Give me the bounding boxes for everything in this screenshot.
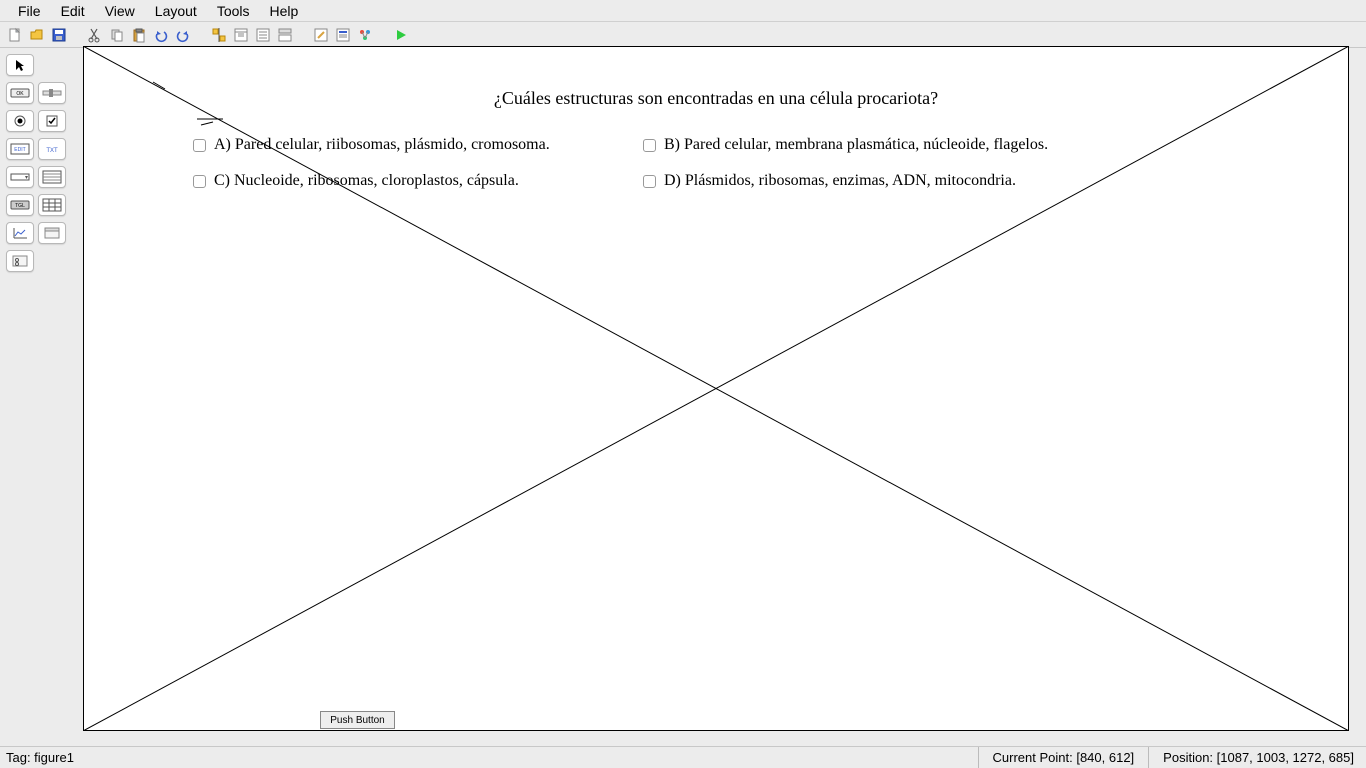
static-text-tool[interactable]: TXT <box>38 138 66 160</box>
redo-icon[interactable] <box>174 26 192 44</box>
svg-text:TXT: TXT <box>46 148 58 154</box>
status-position: Position: [1087, 1003, 1272, 685] <box>1148 747 1360 768</box>
undo-icon[interactable] <box>152 26 170 44</box>
slider-tool[interactable] <box>38 82 66 104</box>
button-group-tool[interactable] <box>6 250 34 272</box>
tab-order-icon[interactable] <box>254 26 272 44</box>
menu-edit[interactable]: Edit <box>51 1 95 21</box>
checkbox-tool[interactable] <box>38 110 66 132</box>
svg-text:TGL: TGL <box>15 203 25 209</box>
toolbar-editor-icon[interactable] <box>276 26 294 44</box>
property-inspector-icon[interactable] <box>334 26 352 44</box>
toggle-button-tool[interactable]: TGL <box>6 194 34 216</box>
table-tool[interactable] <box>38 194 66 216</box>
option-a-label: A) Pared celular, riibosomas, plásmido, … <box>214 136 550 154</box>
pushbutton-instance[interactable]: Push Button <box>320 711 395 729</box>
axes-tool[interactable] <box>6 222 34 244</box>
svg-text:OK: OK <box>16 91 24 97</box>
menu-layout[interactable]: Layout <box>145 1 207 21</box>
toolbar <box>0 22 1366 48</box>
cut-icon[interactable] <box>86 26 104 44</box>
options-grid: A) Pared celular, riibosomas, plásmido, … <box>193 136 1243 190</box>
radiobutton-tool[interactable] <box>6 110 34 132</box>
svg-text:EDIT: EDIT <box>14 147 25 153</box>
run-icon[interactable] <box>392 26 410 44</box>
editor-icon[interactable] <box>312 26 330 44</box>
object-browser-icon[interactable] <box>356 26 374 44</box>
checkbox-a[interactable] <box>193 139 206 152</box>
save-icon[interactable] <box>50 26 68 44</box>
option-c-label: C) Nucleoide, ribosomas, cloroplastos, c… <box>214 172 519 190</box>
checkbox-b[interactable] <box>643 139 656 152</box>
menu-editor-icon[interactable] <box>232 26 250 44</box>
menu-file[interactable]: File <box>8 1 51 21</box>
paste-icon[interactable] <box>130 26 148 44</box>
component-palette: OK EDIT TXT TGL <box>6 54 74 272</box>
option-d: D) Plásmidos, ribosomas, enzimas, ADN, m… <box>643 172 1203 190</box>
pushbutton-tool[interactable]: OK <box>6 82 34 104</box>
menu-view[interactable]: View <box>95 1 145 21</box>
edit-text-tool[interactable]: EDIT <box>6 138 34 160</box>
menubar: File Edit View Layout Tools Help <box>0 0 1366 22</box>
align-icon[interactable] <box>210 26 228 44</box>
option-d-label: D) Plásmidos, ribosomas, enzimas, ADN, m… <box>664 172 1016 190</box>
open-folder-icon[interactable] <box>28 26 46 44</box>
menu-help[interactable]: Help <box>260 1 309 21</box>
checkbox-c[interactable] <box>193 175 206 188</box>
status-tag: Tag: figure1 <box>6 750 74 765</box>
copy-icon[interactable] <box>108 26 126 44</box>
checkbox-d[interactable] <box>643 175 656 188</box>
question-text: ¿Cuáles estructuras son encontradas en u… <box>83 88 1349 109</box>
design-canvas[interactable]: ¿Cuáles estructuras son encontradas en u… <box>83 46 1349 731</box>
select-tool[interactable] <box>6 54 34 76</box>
panel-tool[interactable] <box>38 222 66 244</box>
statusbar: Tag: figure1 Current Point: [840, 612] P… <box>0 746 1366 768</box>
listbox-tool[interactable] <box>38 166 66 188</box>
new-file-icon[interactable] <box>6 26 24 44</box>
option-c: C) Nucleoide, ribosomas, cloroplastos, c… <box>193 172 643 190</box>
option-a: A) Pared celular, riibosomas, plásmido, … <box>193 136 643 154</box>
option-b-label: B) Pared celular, membrana plasmática, n… <box>664 136 1048 154</box>
menu-tools[interactable]: Tools <box>207 1 260 21</box>
option-b: B) Pared celular, membrana plasmática, n… <box>643 136 1203 154</box>
status-current-point: Current Point: [840, 612] <box>978 747 1149 768</box>
popup-menu-tool[interactable] <box>6 166 34 188</box>
